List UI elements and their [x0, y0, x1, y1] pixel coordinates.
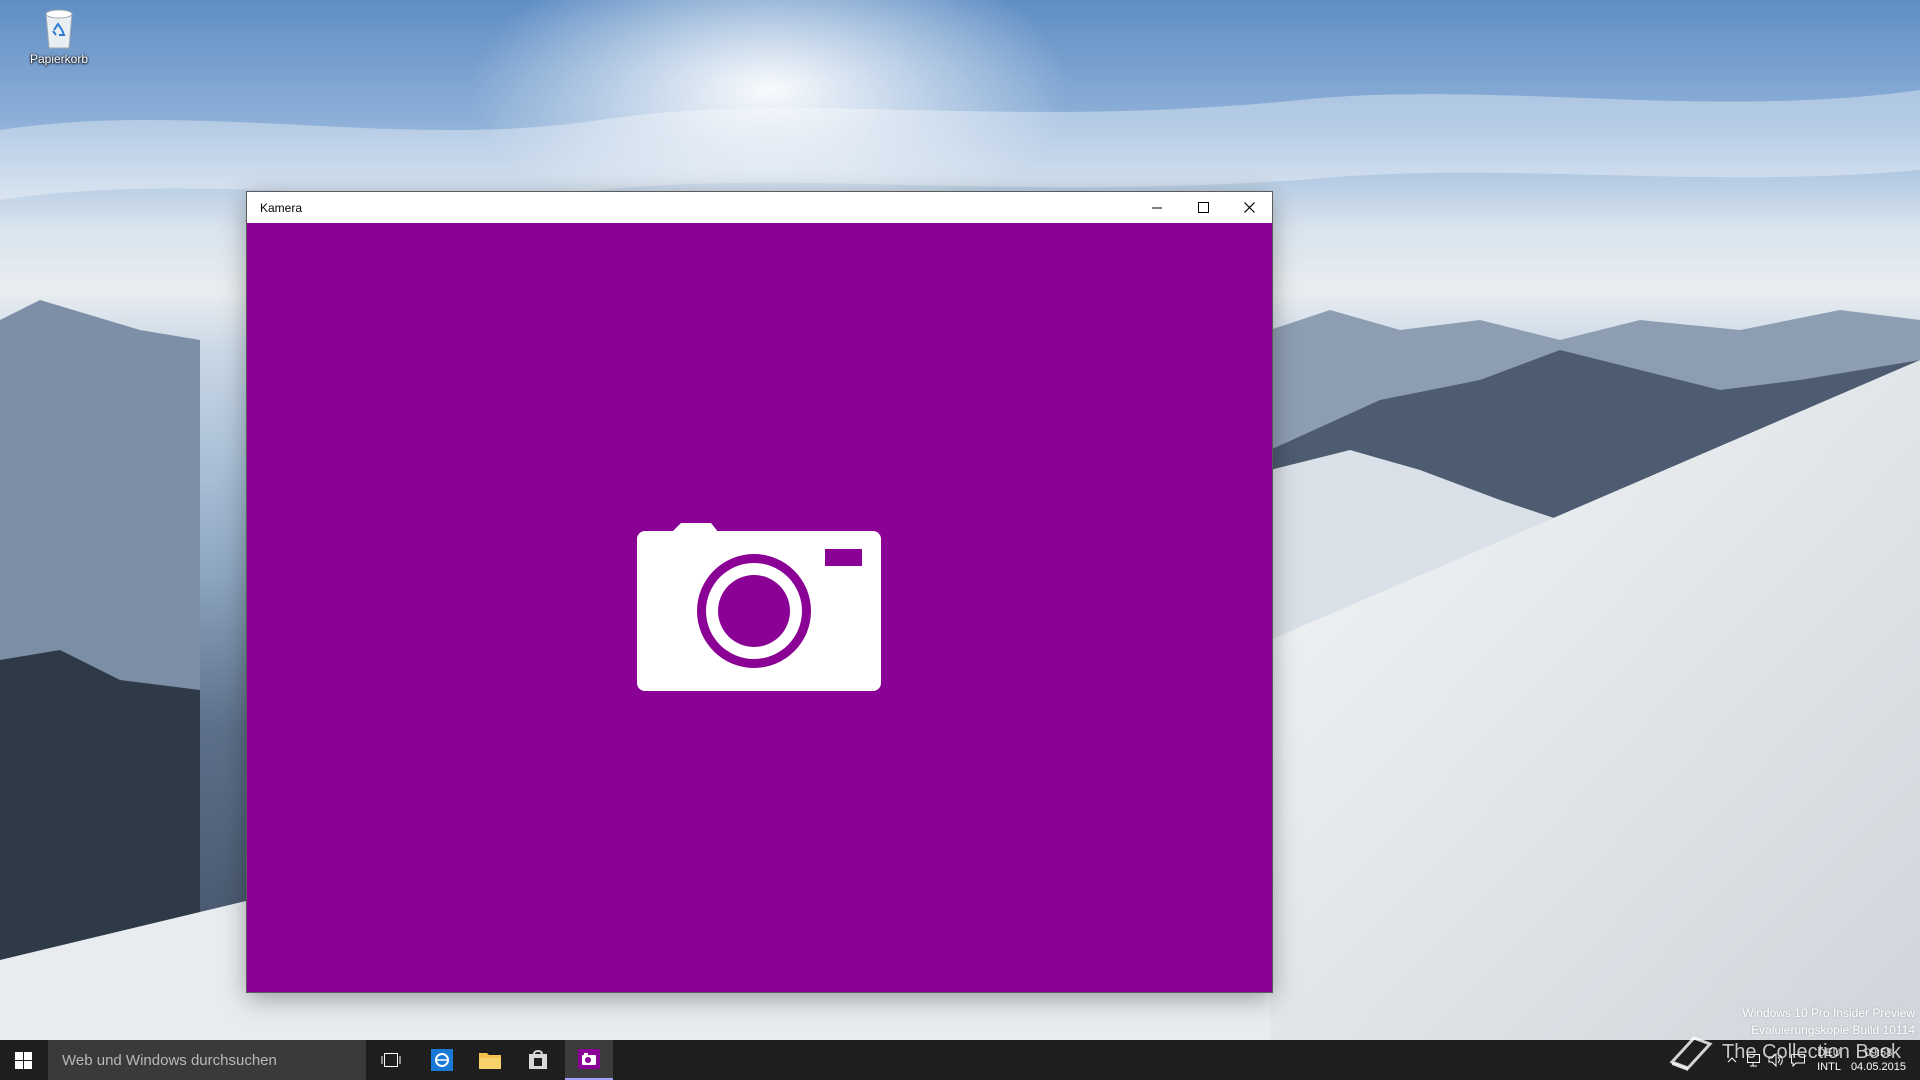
recycle-bin-icon	[45, 9, 73, 49]
taskbar-app-file-explorer[interactable]	[466, 1040, 514, 1080]
search-box[interactable]	[48, 1040, 366, 1080]
camera-app-icon	[578, 1049, 600, 1069]
taskbar-app-camera[interactable]	[565, 1040, 613, 1080]
desktop-icon-label: Papierkorb	[29, 52, 89, 66]
windows-logo-icon	[14, 1051, 32, 1069]
search-input[interactable]	[60, 1050, 364, 1070]
file-explorer-icon	[479, 1053, 501, 1069]
maximize-button[interactable]	[1180, 192, 1226, 223]
store-icon	[529, 1050, 547, 1069]
window-title: Kamera	[260, 200, 303, 215]
taskbar: DEU INTL 09:58 04.05.2015	[0, 1040, 1920, 1080]
camera-window[interactable]: Kamera	[247, 192, 1272, 992]
book-logo-icon	[1669, 1036, 1713, 1071]
collection-book-overlay: The Collection Book	[1668, 1032, 1901, 1072]
camera-icon	[637, 523, 881, 691]
camera-splash-screen	[247, 223, 1272, 992]
minimize-button[interactable]	[1134, 192, 1180, 223]
window-titlebar[interactable]: Kamera	[247, 192, 1272, 223]
minimize-icon	[1151, 207, 1162, 209]
taskbar-app-internet-explorer[interactable]	[418, 1040, 466, 1080]
close-button[interactable]	[1226, 192, 1272, 223]
taskbar-app-store[interactable]	[514, 1040, 562, 1080]
task-view-button[interactable]	[367, 1040, 415, 1080]
start-button[interactable]	[0, 1040, 46, 1080]
close-icon	[1243, 202, 1255, 213]
collection-book-text: The Collection Book	[1722, 1040, 1901, 1063]
maximize-icon	[1197, 202, 1209, 213]
task-view-icon	[381, 1053, 401, 1067]
desktop-icon-recycle-bin[interactable]: Papierkorb	[22, 6, 96, 78]
internet-explorer-icon	[431, 1049, 453, 1071]
watermark-line-1: Windows 10 Pro Insider Preview	[1742, 1006, 1915, 1020]
